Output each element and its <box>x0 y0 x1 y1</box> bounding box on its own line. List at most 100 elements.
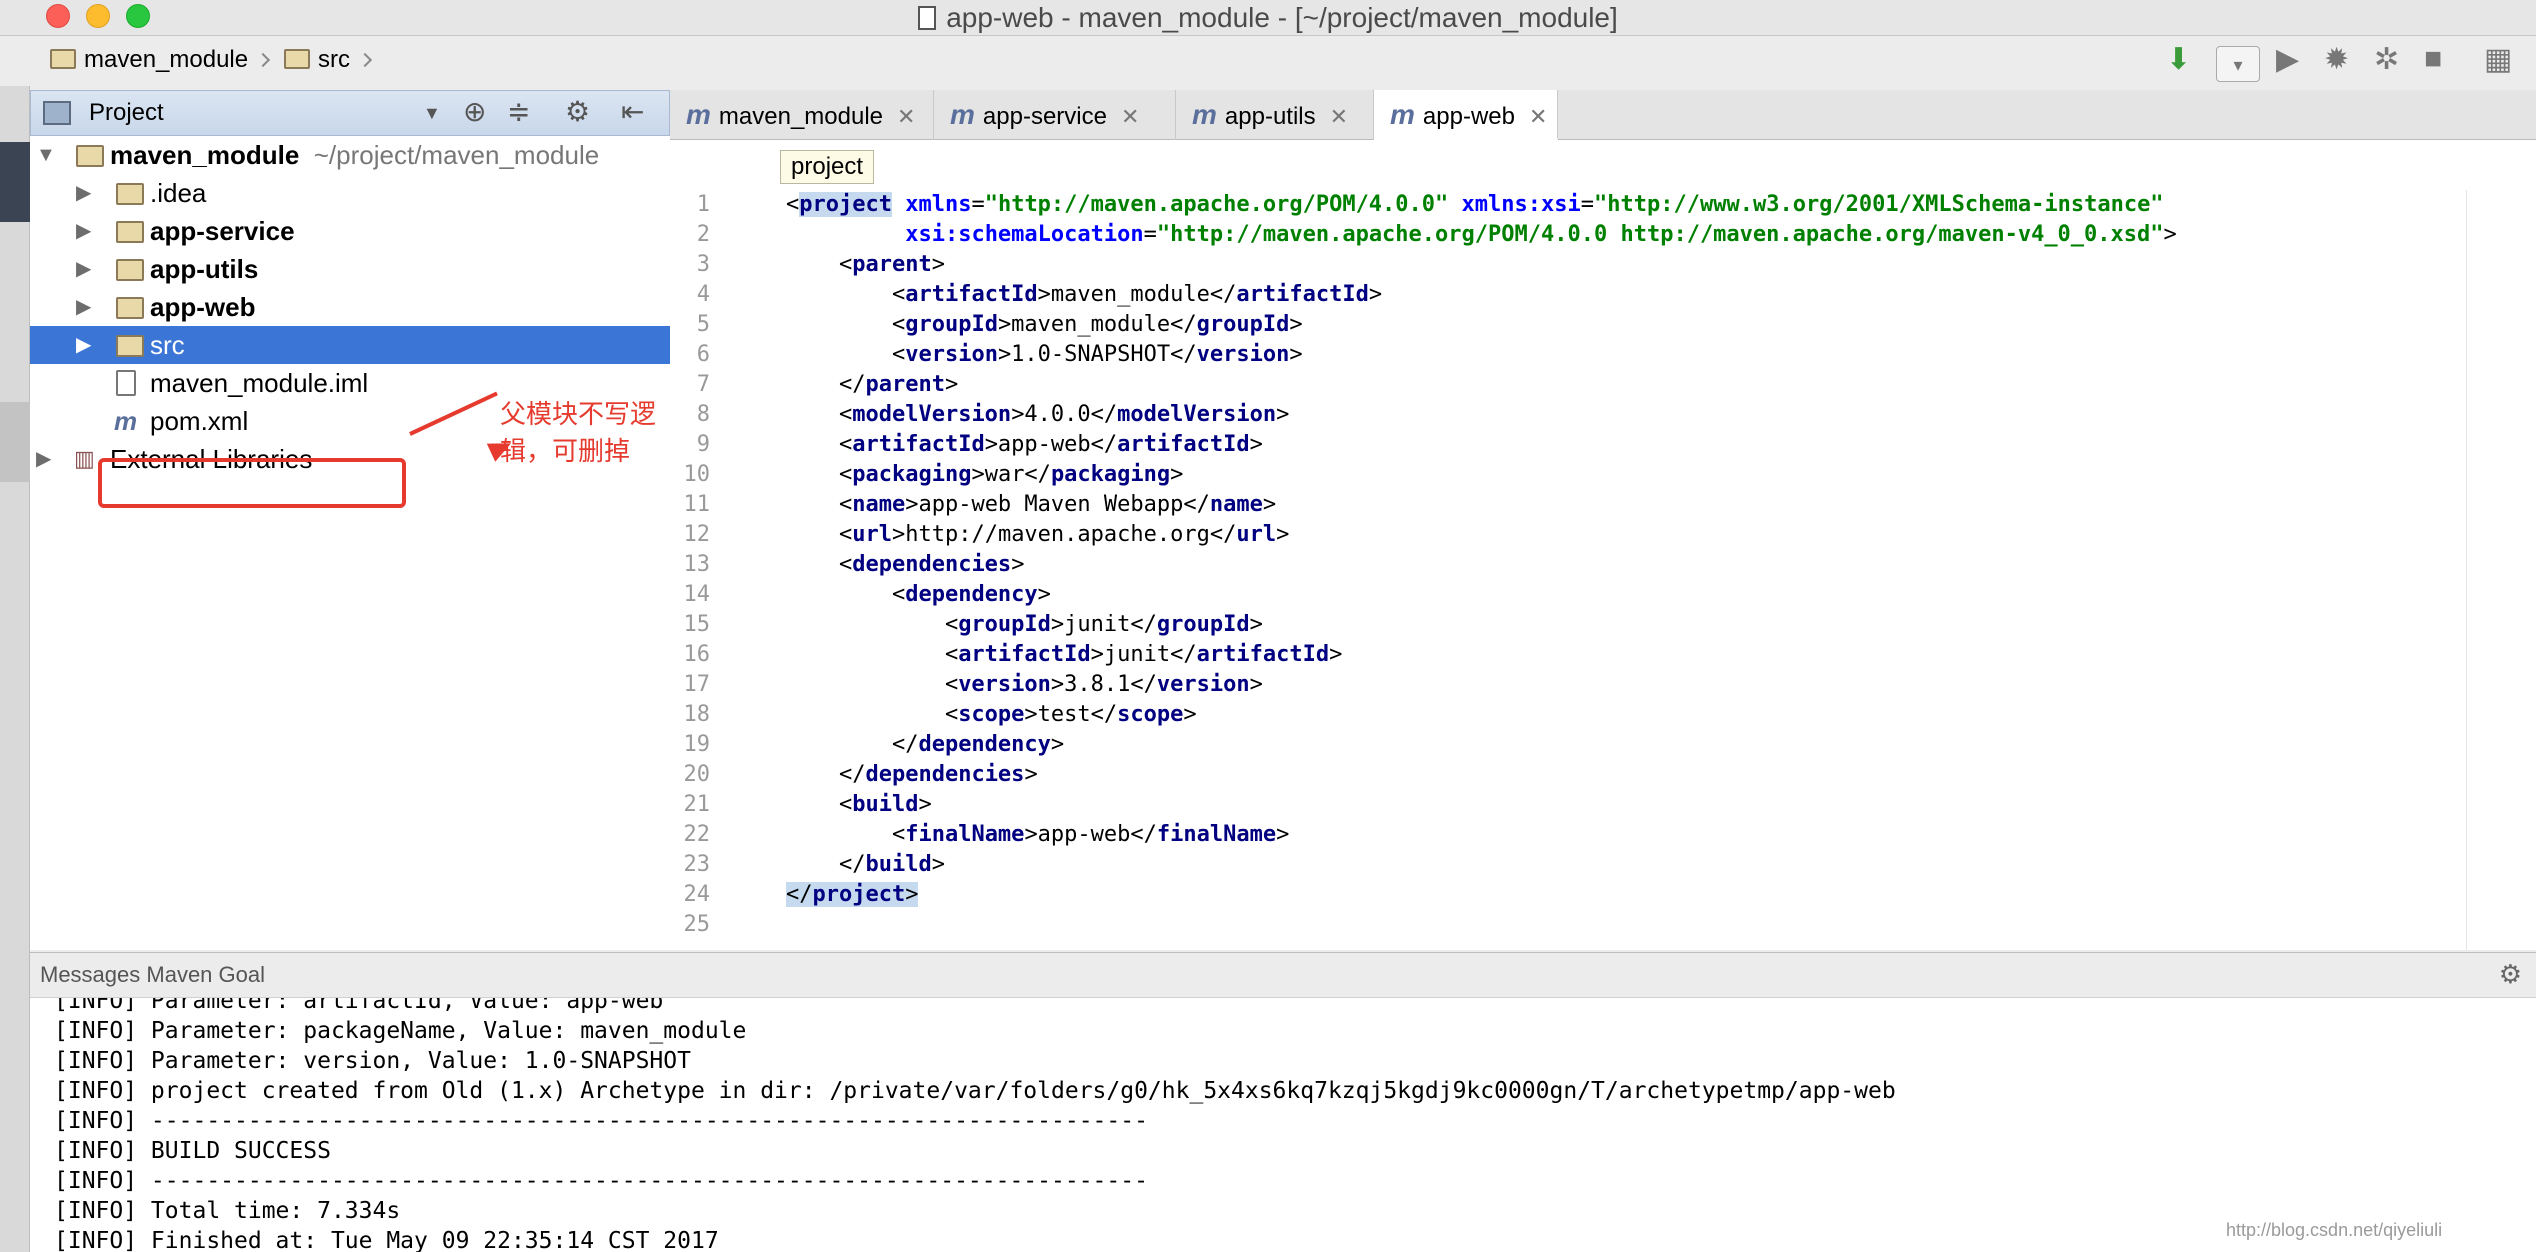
project-panel-header: Project ▼ ⊕ ≑ ⚙ ⇤ <box>30 90 670 136</box>
breadcrumb-maven-module[interactable]: maven_module <box>50 46 271 74</box>
close-icon[interactable]: ✕ <box>1529 104 1547 129</box>
close-icon[interactable]: ✕ <box>1330 104 1348 129</box>
project-view-icon <box>43 101 71 125</box>
code-line[interactable]: xsi:schemaLocation="http://maven.apache.… <box>786 220 2177 250</box>
collapse-all-icon[interactable]: ≑ <box>507 95 530 128</box>
run-icon[interactable]: ▶ <box>2276 42 2299 77</box>
code-line[interactable]: </parent> <box>786 370 2177 400</box>
left-tool-strip <box>0 86 30 1252</box>
line-number: 21 <box>683 792 711 817</box>
libraries-icon: ▥ <box>74 446 95 471</box>
code-line[interactable]: <parent> <box>786 250 2177 280</box>
tree-node-maven-module[interactable]: ▼ maven_module ~/project/maven_module <box>30 136 670 174</box>
line-number: 10 <box>683 462 711 487</box>
console-line: [INFO] ---------------------------------… <box>54 1108 1148 1134</box>
chevron-down-icon: ▼ <box>36 144 56 166</box>
code-line[interactable]: <artifactId>maven_module</artifactId> <box>786 280 2177 310</box>
console-line: [INFO] Parameter: artifactId, Value: app… <box>54 998 664 1014</box>
document-icon <box>918 6 937 30</box>
stop-icon[interactable]: ■ <box>2424 42 2442 76</box>
line-number: 19 <box>683 732 711 757</box>
code-line[interactable]: <scope>test</scope> <box>786 700 2177 730</box>
tree-node-app-web[interactable]: ▶ app-web <box>30 288 670 326</box>
module-folder-icon <box>76 145 104 167</box>
line-number: 3 <box>696 252 710 277</box>
run-config-dropdown[interactable]: ▾ <box>2216 46 2260 82</box>
code-line[interactable]: <artifactId>app-web</artifactId> <box>786 430 2177 460</box>
tab-maven-module[interactable]: m maven_module ✕ <box>670 90 934 140</box>
editor-tab-bar: m maven_module ✕ m app-service ✕ m app-utils ✕… <box>670 90 2536 140</box>
code-line[interactable]: </dependencies> <box>786 760 2177 790</box>
code-content[interactable]: <project xmlns="http://maven.apache.org/… <box>786 190 2177 940</box>
messages-panel-title: Messages Maven Goal <box>40 962 265 987</box>
code-line[interactable]: <version>1.0-SNAPSHOT</version> <box>786 340 2177 370</box>
code-line[interactable]: </project> <box>786 880 2177 910</box>
chevron-down-icon[interactable]: ▼ <box>423 103 441 124</box>
tab-app-web[interactable]: m app-web ✕ <box>1374 90 1558 140</box>
line-number: 6 <box>696 342 710 367</box>
folder-icon <box>50 49 76 69</box>
line-number: 2 <box>696 222 710 247</box>
folder-icon <box>116 335 144 357</box>
code-line[interactable]: </dependency> <box>786 730 2177 760</box>
code-line[interactable]: <modelVersion>4.0.0</modelVersion> <box>786 400 2177 430</box>
chevron-right-icon: ▶ <box>76 296 92 318</box>
tab-app-utils[interactable]: m app-utils ✕ <box>1176 90 1374 140</box>
hide-panel-icon[interactable]: ⇤ <box>621 95 644 128</box>
annotation-text: 父模块不写逻辑，可删掉 <box>500 399 657 466</box>
console-output: [INFO] Parameter: artifactId, Value: app… <box>54 998 1896 1252</box>
code-line[interactable]: <artifactId>junit</artifactId> <box>786 640 2177 670</box>
line-number: 14 <box>683 582 711 607</box>
coverage-icon[interactable]: ✲ <box>2374 42 2399 77</box>
line-number: 23 <box>683 852 711 877</box>
close-icon[interactable]: ✕ <box>897 104 915 129</box>
code-line[interactable]: <url>http://maven.apache.org</url> <box>786 520 2177 550</box>
tab-app-service[interactable]: m app-service ✕ <box>934 90 1176 140</box>
code-line[interactable]: <version>3.8.1</version> <box>786 670 2177 700</box>
code-line[interactable]: <finalName>app-web</finalName> <box>786 820 2177 850</box>
maven-icon: m <box>114 406 138 436</box>
code-line[interactable]: <dependency> <box>786 580 2177 610</box>
console-line: [INFO] Parameter: packageName, Value: ma… <box>54 1018 747 1044</box>
code-line[interactable]: <groupId>junit</groupId> <box>786 610 2177 640</box>
code-line[interactable]: </build> <box>786 850 2177 880</box>
line-number: 9 <box>696 432 710 457</box>
gear-icon[interactable]: ⚙ <box>2499 959 2522 990</box>
project-view-label[interactable]: Project <box>89 99 164 127</box>
chevron-right-icon: ▶ <box>76 220 92 242</box>
tree-node-src[interactable]: ▶ src <box>30 326 670 364</box>
line-number: 20 <box>683 762 711 787</box>
locate-icon[interactable]: ⊕ <box>463 95 486 128</box>
tree-node-app-utils[interactable]: ▶ app-utils <box>30 250 670 288</box>
tree-node-app-service[interactable]: ▶ app-service <box>30 212 670 250</box>
module-folder-icon <box>116 297 144 319</box>
code-line[interactable]: <packaging>war</packaging> <box>786 460 2177 490</box>
maven-icon: m <box>950 99 975 130</box>
code-line[interactable]: <name>app-web Maven Webapp</name> <box>786 490 2177 520</box>
close-icon[interactable]: ✕ <box>1121 104 1139 129</box>
breadcrumb-src[interactable]: src <box>284 46 373 74</box>
line-number: 12 <box>683 522 711 547</box>
right-margin-guide <box>2466 190 2467 950</box>
line-number: 11 <box>683 492 711 517</box>
code-line[interactable] <box>786 910 2177 940</box>
module-folder-icon <box>116 221 144 243</box>
folder-icon <box>116 183 144 205</box>
line-number: 15 <box>683 612 711 637</box>
code-line[interactable]: <groupId>maven_module</groupId> <box>786 310 2177 340</box>
line-number: 4 <box>696 282 710 307</box>
console-line: [INFO] BUILD SUCCESS <box>54 1138 331 1164</box>
build-icon[interactable]: ⬇ <box>2166 42 2191 77</box>
tree-node-idea[interactable]: ▶ .idea <box>30 174 670 212</box>
line-numbers: 1 2 3 4 5 6 7 8 9 10 11 12 13 14 15 16 17 18 19 20 21 22 23 24 2… <box>670 190 711 940</box>
code-editor[interactable]: project 1 2 3 4 5 6 7 8 9 10 11 12 13 14 15 16 17 18 19 20 2… <box>670 140 2536 950</box>
code-line[interactable]: <project xmlns="http://maven.apache.org/… <box>786 190 2177 220</box>
watermark: http://blog.csdn.net/qiyeliuli <box>2226 1220 2443 1240</box>
maven-icon: m <box>1390 99 1415 130</box>
code-line[interactable]: <build> <box>786 790 2177 820</box>
debug-icon[interactable]: ✹ <box>2324 42 2349 77</box>
gear-icon[interactable]: ⚙ <box>565 95 590 128</box>
project-structure-icon[interactable]: ▦ <box>2484 42 2512 77</box>
code-line[interactable]: <dependencies> <box>786 550 2177 580</box>
messages-console[interactable]: [INFO] Parameter: artifactId, Value: app… <box>30 998 2536 1252</box>
